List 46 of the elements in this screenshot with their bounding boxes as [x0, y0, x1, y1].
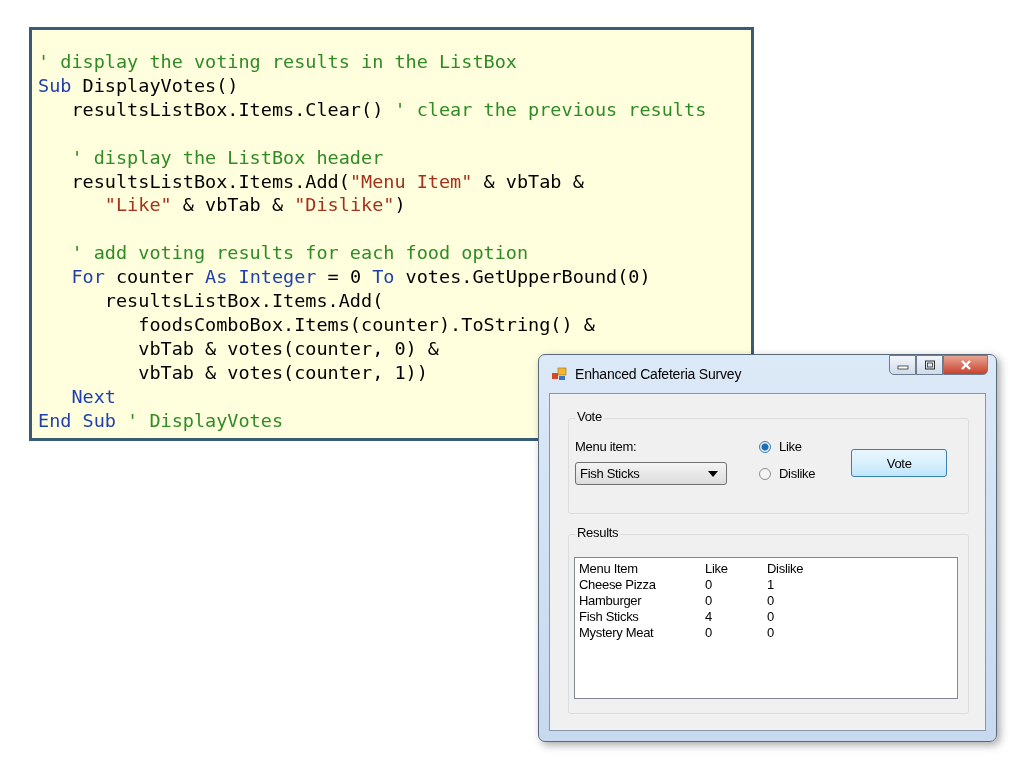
list-cell-text: 0 [705, 625, 713, 641]
list-cell: 0 [767, 625, 774, 641]
close-button[interactable] [943, 355, 988, 375]
radio-button[interactable] [759, 467, 771, 480]
code-line: resultsListBox.Items.Add( [103, 289, 384, 313]
code-line: Next [70, 384, 116, 409]
radio-button[interactable] [759, 440, 771, 453]
list-cell: 0 [767, 609, 774, 625]
code-line: For counter As Integer = 0 To votes.GetUpperBound(0) [70, 265, 651, 290]
list-cell-text: Cheese Pizza [579, 577, 657, 593]
list-cell-text: 4 [705, 609, 713, 625]
list-cell-text: Mystery Meat [579, 625, 655, 641]
code-line: resultsListBox.Items.Clear() ' clear the previous results [70, 97, 707, 122]
list-cell-text: 0 [705, 593, 713, 609]
list-cell-text: 0 [705, 577, 713, 593]
caret-icon [708, 470, 718, 477]
maximize-button[interactable] [916, 355, 943, 375]
code-line: ' display the ListBox header [70, 145, 384, 170]
code-line: "Like" & vbTab & "Dislike") [103, 193, 406, 218]
minimize-button[interactable] [889, 355, 916, 375]
group-title: Vote [575, 409, 604, 424]
close-icon [959, 360, 972, 370]
list-cell-text: Fish Sticks [579, 609, 640, 625]
list-cell: 0 [767, 593, 774, 609]
menu-item-dropdown[interactable]: Fish Sticks [575, 462, 727, 485]
code-line: foodsComboBox.Items(counter).ToString() & [137, 312, 595, 337]
list-cell-text: Hamburger [579, 593, 643, 609]
vote-button[interactable]: Vote [851, 449, 948, 477]
list-cell-text: Menu Item [579, 561, 639, 577]
radio-label[interactable]: Dislike [779, 466, 816, 481]
list-cell: 1 [767, 577, 774, 593]
list-cell: Dislike [767, 561, 804, 577]
code-line: vbTab & votes(counter, 0) & [137, 336, 439, 361]
menu-item-label: Menu item: [575, 439, 638, 454]
code-line: vbTab & votes(counter, 1)) [137, 360, 428, 385]
window-title: Enhanced Cafeteria Survey [575, 366, 742, 382]
app-icon [551, 366, 567, 382]
maximize-icon [923, 360, 936, 370]
radio-label[interactable]: Like [779, 439, 802, 454]
code-line: ' display the voting results in the ListBox [38, 50, 517, 74]
list-cell-text: Like [705, 561, 729, 577]
code-line: ' add voting results for each food option [70, 241, 529, 266]
code-line: End Sub ' DisplayVotes [38, 408, 284, 433]
group-title: Results [575, 525, 621, 540]
code-line: Sub DisplayVotes() [38, 73, 239, 98]
code-line: resultsListBox.Items.Add("Menu Item" & vbTab & [70, 169, 584, 194]
